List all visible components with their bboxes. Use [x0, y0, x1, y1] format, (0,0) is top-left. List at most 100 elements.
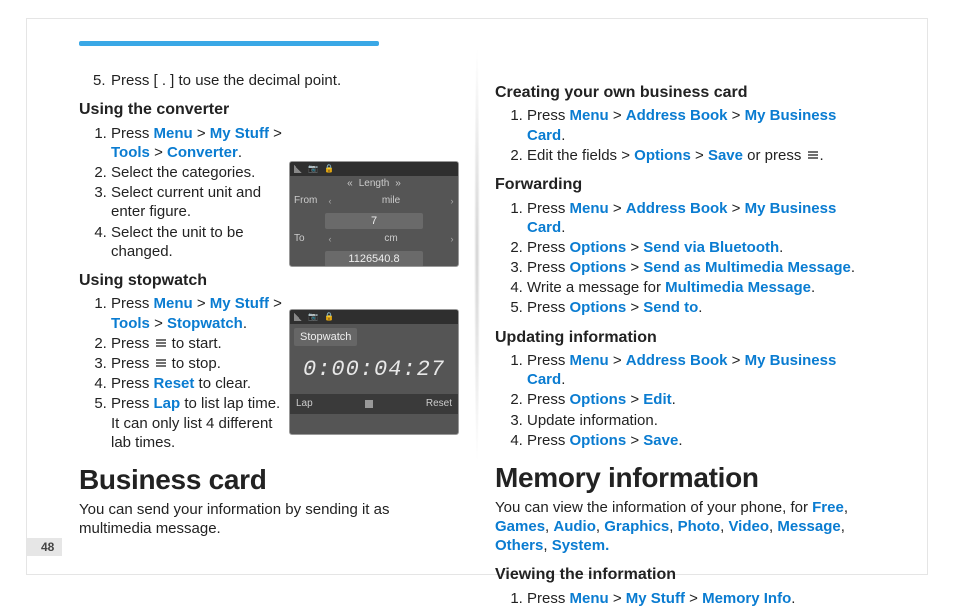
list-item: Write a message for Multimedia Message. — [527, 278, 875, 297]
list-item: Press Menu > Address Book > My Business … — [527, 351, 875, 389]
step-list-updating: Press Menu > Address Book > My Business … — [495, 351, 875, 450]
stopwatch-time: 0:00:04:27 — [290, 350, 458, 394]
menu-link: Tools — [111, 144, 150, 161]
menu-link: Options — [570, 432, 627, 449]
memory-link: Games — [495, 518, 545, 535]
text: You can view the information of your pho… — [495, 499, 812, 516]
business-card-intro: You can send your information by sending… — [79, 500, 459, 538]
text: Write a message for — [527, 279, 665, 296]
text: . — [672, 391, 676, 408]
menu-link: Edit — [643, 391, 671, 408]
text: Press — [527, 391, 570, 408]
converter-title: Length — [359, 178, 390, 191]
menu-link: Menu — [570, 352, 609, 369]
phone-screenshot-stopwatch: 📷🔒 Stopwatch 0:00:04:27 Lap Reset — [289, 309, 459, 435]
section-heading-memory: Memory information — [495, 460, 875, 496]
memory-link: Graphics — [604, 518, 669, 535]
list-item: Press Options > Edit. — [527, 390, 875, 409]
text: to start. — [168, 335, 222, 352]
menu-link: My Stuff — [210, 125, 269, 142]
phone-screenshot-converter: 📷🔒 « Length » From‹mile› 7 To‹cm› 112654… — [289, 161, 459, 267]
list-item: Press Options > Send as Multimedia Messa… — [527, 258, 875, 277]
list-item: Press [ . ] to use the decimal point. — [111, 71, 459, 90]
converter-from-unit: mile — [336, 195, 446, 208]
menu-link: Memory Info — [702, 590, 791, 607]
step-list-viewing: Press Menu > My Stuff > Memory Info. — [495, 589, 875, 608]
section-heading-updating: Updating information — [495, 328, 875, 348]
memory-link: Free — [812, 499, 844, 516]
memory-link: Message — [777, 518, 840, 535]
text: Press — [111, 125, 154, 142]
text: to clear. — [194, 375, 251, 392]
list-item: Press Menu > My Stuff > Tools > Stopwatc… — [111, 294, 289, 332]
memory-link: Photo — [678, 518, 721, 535]
menu-link: Lap — [154, 395, 181, 412]
phone-status-bar: 📷🔒 — [290, 162, 458, 176]
step-list-creating: Press Menu > Address Book > My Business … — [495, 106, 875, 165]
section-heading-forwarding: Forwarding — [495, 175, 875, 195]
converter-to-value: 1126540.8 — [325, 251, 423, 267]
memory-link: System. — [552, 537, 610, 554]
memory-link: Others — [495, 537, 543, 554]
menu-link: Menu — [154, 295, 193, 312]
left-column: Press [ . ] to use the decimal point. Us… — [79, 45, 459, 548]
text: . — [561, 371, 565, 388]
list-item: Press Menu > My Stuff > Tools > Converte… — [111, 124, 289, 162]
menu-link: Tools — [111, 315, 150, 332]
header-accent-bar — [79, 41, 379, 46]
list-item: Press to start. — [111, 334, 289, 353]
text: Press — [111, 335, 154, 352]
menu-link: Options — [570, 239, 627, 256]
ok-key-icon — [154, 336, 168, 350]
list-item: Press Options > Save. — [527, 431, 875, 450]
list-item: Press Menu > Address Book > My Business … — [527, 106, 875, 144]
menu-link: Save — [708, 147, 743, 164]
text: Press — [527, 259, 570, 276]
phone-status-bar: 📷🔒 — [290, 310, 458, 324]
menu-link: Address Book — [626, 200, 728, 217]
text: . — [561, 127, 565, 144]
menu-link: Send as Multimedia Message — [643, 259, 851, 276]
memory-link: Audio — [553, 518, 596, 535]
softkey-center-icon — [365, 400, 373, 408]
menu-link: Address Book — [626, 107, 728, 124]
list-item: Select the categories. — [111, 163, 289, 182]
menu-link: Options — [570, 259, 627, 276]
page-number: 48 — [27, 538, 62, 556]
menu-link: Stopwatch — [167, 315, 243, 332]
stopwatch-title: Stopwatch — [294, 328, 357, 346]
ok-key-icon — [154, 356, 168, 370]
text: Press — [527, 590, 570, 607]
softkey-left: Lap — [296, 398, 313, 411]
list-item: Press Options > Send to. — [527, 298, 875, 317]
text: . — [698, 299, 702, 316]
text: Press — [527, 299, 570, 316]
menu-link: Options — [634, 147, 691, 164]
menu-link: Send to — [643, 299, 698, 316]
text: Press — [111, 355, 154, 372]
memory-link: Video — [728, 518, 769, 535]
step-list-continued: Press [ . ] to use the decimal point. — [79, 71, 459, 90]
ok-key-icon — [806, 148, 820, 162]
list-item: Press Menu > Address Book > My Business … — [527, 199, 875, 237]
text: Press — [527, 432, 570, 449]
menu-link: Save — [643, 432, 678, 449]
list-item: Press Reset to clear. — [111, 374, 289, 393]
menu-link: My Stuff — [626, 590, 685, 607]
menu-link: Menu — [154, 125, 193, 142]
list-item: Press Options > Send via Bluetooth. — [527, 238, 875, 257]
text: to stop. — [168, 355, 221, 372]
text: . — [678, 432, 682, 449]
text: . — [811, 279, 815, 296]
section-heading-viewing: Viewing the information — [495, 565, 875, 585]
converter-to-unit: cm — [336, 233, 446, 246]
section-heading-business-card: Business card — [79, 462, 459, 498]
text: . — [779, 239, 783, 256]
menu-link: Send via Bluetooth — [643, 239, 779, 256]
menu-link: Converter — [167, 144, 238, 161]
memory-intro: You can view the information of your pho… — [495, 498, 875, 556]
list-item: Press Lap to list lap time. It can only … — [111, 394, 289, 452]
step-list-converter: Press Menu > My Stuff > Tools > Converte… — [79, 124, 289, 261]
list-item: Select the unit to be changed. — [111, 223, 289, 261]
right-column: Creating your own business card Press Me… — [495, 45, 875, 548]
